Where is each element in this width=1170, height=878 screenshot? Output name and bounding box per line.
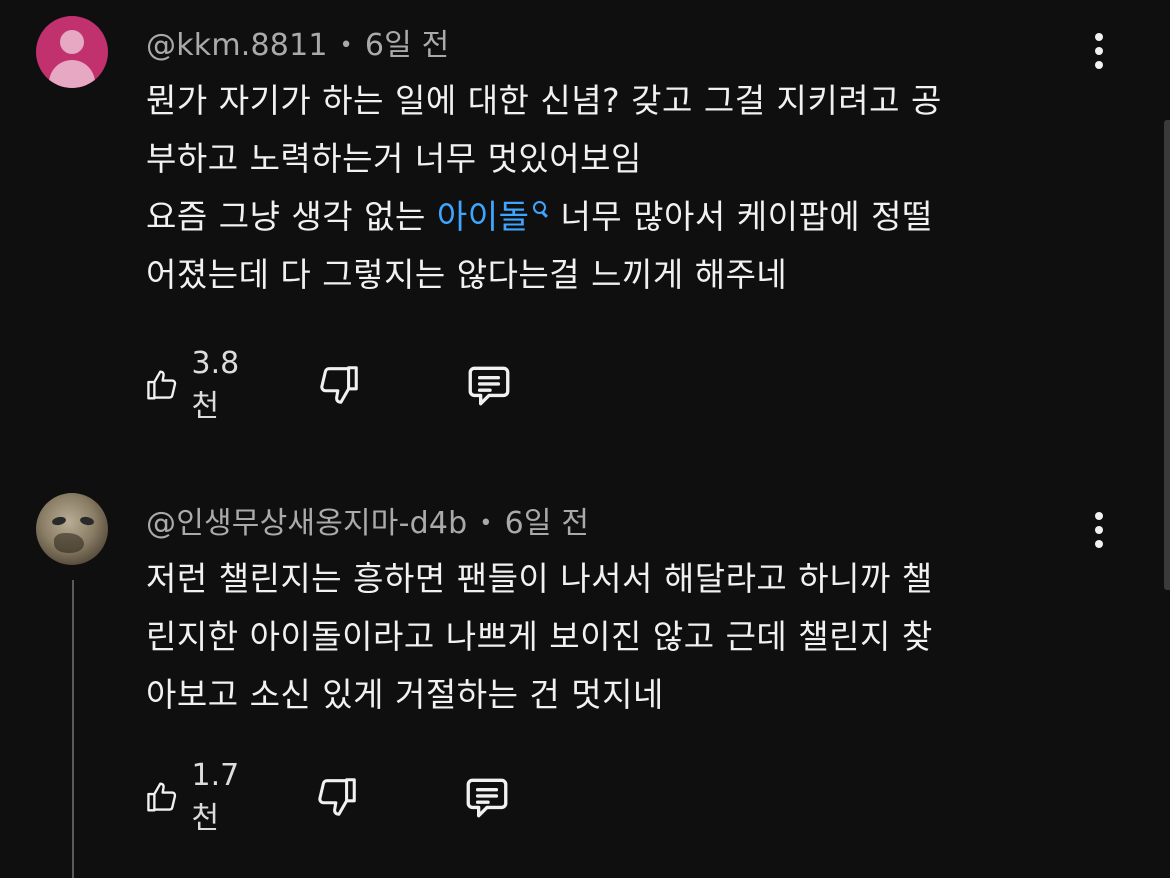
dislike-button[interactable]: [314, 772, 360, 822]
reply-button[interactable]: [464, 360, 514, 410]
thumbs-up-icon: [147, 370, 177, 400]
comment-text: 뭔가 자기가 하는 일에 대한 신념? 갖고 그걸 지키려고 공 부하고 노력하…: [146, 72, 1106, 304]
comment-line-suffix: 너무 많아서 케이팝에 정떨: [560, 197, 933, 236]
avatar-shoulders-shape: [49, 60, 95, 88]
separator-dot: •: [479, 511, 493, 536]
avatar-eye-shape: [51, 515, 67, 527]
like-button[interactable]: 1.7천: [144, 758, 250, 836]
reply-comment-icon: [466, 778, 508, 818]
comment-time: 6일 전: [364, 28, 450, 63]
comment-author[interactable]: @인생무상새옹지마-d4b: [146, 506, 467, 541]
comment-text: 저런 챌린지는 흥하면 팬들이 나서서 해달라고 하니까 챌 린지한 아이돌이라…: [146, 550, 1106, 724]
like-count: 3.8천: [191, 345, 240, 424]
comment-line: 아보고 소신 있게 거절하는 건 멋지네: [146, 675, 664, 714]
thumbs-up-icon: [147, 782, 177, 812]
like-count: 1.7천: [191, 757, 240, 836]
comment-1: @kkm.8811 • 6일 전 뭔가 자기가 하는 일에 대한 신념? 갖고 그걸…: [0, 0, 1170, 440]
comment-line: 요즘 그냥 생각 없는 아이돌 너무 많아서 케이팝에 정떨: [146, 188, 1106, 246]
comment-author[interactable]: @kkm.8811: [146, 28, 328, 63]
search-link[interactable]: 아이돌: [437, 197, 561, 236]
avatar[interactable]: [36, 16, 108, 88]
comment-line: 어졌는데 다 그렇지는 않다는걸 느끼게 해주네: [146, 255, 788, 294]
reply-thread-line: [72, 580, 74, 878]
avatar[interactable]: [36, 493, 108, 565]
dislike-button[interactable]: [316, 360, 362, 410]
comment-line: 부하고 노력하는거 너무 멋있어보임: [146, 139, 642, 178]
more-vertical-icon[interactable]: [1089, 33, 1109, 73]
avatar-shade-shape: [54, 533, 84, 553]
like-button[interactable]: 3.8천: [144, 346, 250, 424]
comment-2: @인생무상새옹지마-d4b • 6일 전 저런 챌린지는 흥하면 팬들이 나서서 해…: [0, 490, 1170, 878]
search-link-text[interactable]: 아이돌: [437, 197, 530, 236]
comment-line: 저런 챌린지는 흥하면 팬들이 나서서 해달라고 하니까 챌: [146, 559, 933, 598]
comment-meta: @kkm.8811 • 6일 전: [146, 20, 449, 64]
search-icon: [533, 201, 547, 214]
comment-line: 린지한 아이돌이라고 나쁘게 보이진 않고 근데 챌린지 찾: [146, 617, 933, 656]
thumbs-down-icon: [320, 366, 358, 404]
comment-meta: @인생무상새옹지마-d4b • 6일 전: [146, 498, 589, 542]
avatar-eye-shape: [79, 515, 95, 527]
reply-comment-icon: [468, 366, 510, 406]
reply-button[interactable]: [462, 772, 512, 822]
more-vertical-icon[interactable]: [1089, 512, 1109, 552]
avatar-head-shape: [60, 30, 84, 54]
comment-line-prefix: 요즘 그냥 생각 없는: [146, 197, 437, 236]
thumbs-down-icon: [318, 778, 356, 816]
comment-line: 뭔가 자기가 하는 일에 대한 신념? 갖고 그걸 지키려고 공: [146, 81, 942, 120]
separator-dot: •: [339, 33, 353, 58]
comment-time: 6일 전: [504, 506, 590, 541]
